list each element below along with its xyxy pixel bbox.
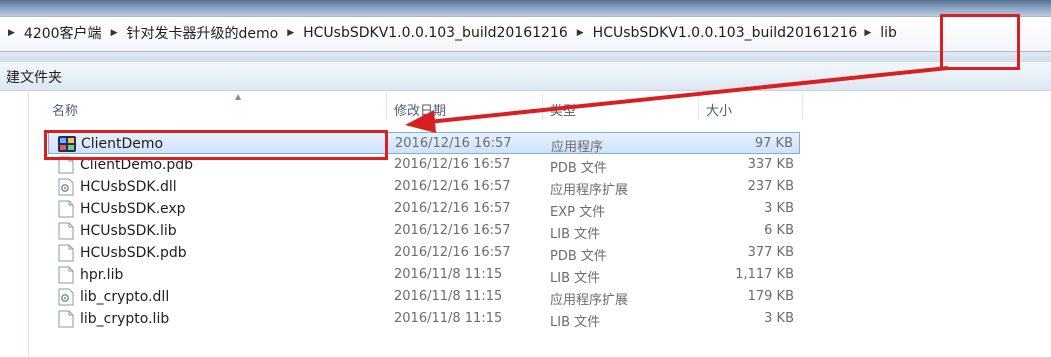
file-name: hpr.lib xyxy=(80,267,124,283)
annotation-highlight-clientdemo xyxy=(44,130,388,160)
column-header-name[interactable]: 名称 xyxy=(52,100,78,120)
file-name: HCUsbSDK.exp xyxy=(80,201,186,217)
chevron-right-icon[interactable]: ▶ xyxy=(287,28,294,38)
breadcrumb-item[interactable]: 针对发卡器升级的demo xyxy=(126,23,278,43)
file-type: 应用程序扩展 xyxy=(550,183,629,198)
file-type: LIB 文件 xyxy=(550,315,601,330)
file-date: 2016/11/8 11:15 xyxy=(394,289,503,304)
file-size: 179 KB xyxy=(747,289,794,304)
chevron-right-icon[interactable]: ▶ xyxy=(864,28,871,38)
annotation-highlight-lib xyxy=(940,14,1020,70)
file-row[interactable]: lib_crypto.lib 2016/11/8 11:15 LIB 文件 3 … xyxy=(48,308,800,330)
file-icon xyxy=(57,222,75,240)
column-divider[interactable] xyxy=(698,94,699,120)
file-size: 97 KB xyxy=(754,136,793,151)
file-row[interactable]: HCUsbSDK.exp 2016/12/16 16:57 EXP 文件 3 K… xyxy=(48,198,800,220)
file-icon xyxy=(57,200,75,218)
file-name: lib_crypto.lib xyxy=(80,311,170,327)
new-folder-button[interactable]: 建文件夹 xyxy=(6,67,62,87)
file-row[interactable]: hpr.lib 2016/11/8 11:15 LIB 文件 1,117 KB xyxy=(48,264,800,286)
file-date: 2016/12/16 16:57 xyxy=(394,201,511,216)
file-type: 应用程序扩展 xyxy=(550,293,629,308)
file-row[interactable]: HCUsbSDK.pdb 2016/12/16 16:57 PDB 文件 377… xyxy=(48,242,800,264)
file-name: HCUsbSDK.pdb xyxy=(80,245,187,261)
address-bar: ▶ 4200客户端 ▶ 针对发卡器升级的demo ▶ HCUsbSDKV1.0.… xyxy=(0,0,1051,62)
dll-icon xyxy=(57,288,75,306)
file-type: PDB 文件 xyxy=(550,249,607,264)
file-date: 2016/12/16 16:57 xyxy=(394,223,511,238)
file-row[interactable]: lib_crypto.dll 2016/11/8 11:15 应用程序扩展 17… xyxy=(48,286,800,308)
file-date: 2016/12/16 16:57 xyxy=(394,157,511,172)
chevron-right-icon[interactable]: ▶ xyxy=(111,28,118,38)
pane-divider xyxy=(28,90,29,357)
file-size: 337 KB xyxy=(747,157,794,172)
breadcrumb-item[interactable]: HCUsbSDKV1.0.0.103_build20161216 xyxy=(593,25,858,41)
file-name: HCUsbSDK.lib xyxy=(80,223,177,239)
file-size: 237 KB xyxy=(747,179,794,194)
column-header-type[interactable]: 类型 xyxy=(550,100,576,120)
file-date: 2016/11/8 11:15 xyxy=(394,311,503,326)
file-row[interactable]: HCUsbSDK.lib 2016/12/16 16:57 LIB 文件 6 K… xyxy=(48,220,800,242)
file-icon xyxy=(57,310,75,328)
file-date: 2016/11/8 11:15 xyxy=(394,267,503,282)
file-name: HCUsbSDK.dll xyxy=(80,179,177,195)
file-icon xyxy=(57,244,75,262)
file-icon xyxy=(57,266,75,284)
file-type: 应用程序 xyxy=(551,140,604,155)
column-header-date[interactable]: 修改日期 xyxy=(394,100,446,120)
column-divider[interactable] xyxy=(542,94,543,120)
file-name: lib_crypto.dll xyxy=(80,289,170,305)
command-bar: 建文件夹 xyxy=(0,62,1051,91)
column-header: 名称 ▲ 修改日期 类型 大小 xyxy=(30,90,1051,124)
file-type: PDB 文件 xyxy=(550,161,607,176)
breadcrumb-item[interactable]: HCUsbSDKV1.0.0.103_build20161216 xyxy=(303,25,568,41)
file-date: 2016/12/16 16:57 xyxy=(395,136,512,151)
file-size: 6 KB xyxy=(764,223,794,238)
file-date: 2016/12/16 16:57 xyxy=(394,245,511,260)
column-divider[interactable] xyxy=(386,94,387,120)
file-size: 377 KB xyxy=(747,245,794,260)
chevron-right-icon[interactable]: ▶ xyxy=(577,28,584,38)
chevron-right-icon[interactable]: ▶ xyxy=(8,28,15,38)
file-date: 2016/12/16 16:57 xyxy=(394,179,511,194)
sort-ascending-icon: ▲ xyxy=(235,92,242,101)
column-divider[interactable] xyxy=(802,94,803,120)
breadcrumb: ▶ 4200客户端 ▶ 针对发卡器升级的demo ▶ HCUsbSDKV1.0.… xyxy=(4,22,897,44)
breadcrumb-item[interactable]: 4200客户端 xyxy=(24,23,102,43)
column-header-size[interactable]: 大小 xyxy=(706,100,732,120)
file-size: 3 KB xyxy=(764,201,794,216)
file-row[interactable]: HCUsbSDK.dll 2016/12/16 16:57 应用程序扩展 237… xyxy=(48,176,800,198)
breadcrumb-item-current[interactable]: lib xyxy=(880,25,897,41)
dll-icon xyxy=(57,178,75,196)
file-type: LIB 文件 xyxy=(550,227,601,242)
file-size: 1,117 KB xyxy=(735,267,794,282)
file-size: 3 KB xyxy=(764,311,794,326)
file-type: EXP 文件 xyxy=(550,205,606,220)
file-type: LIB 文件 xyxy=(550,271,601,286)
